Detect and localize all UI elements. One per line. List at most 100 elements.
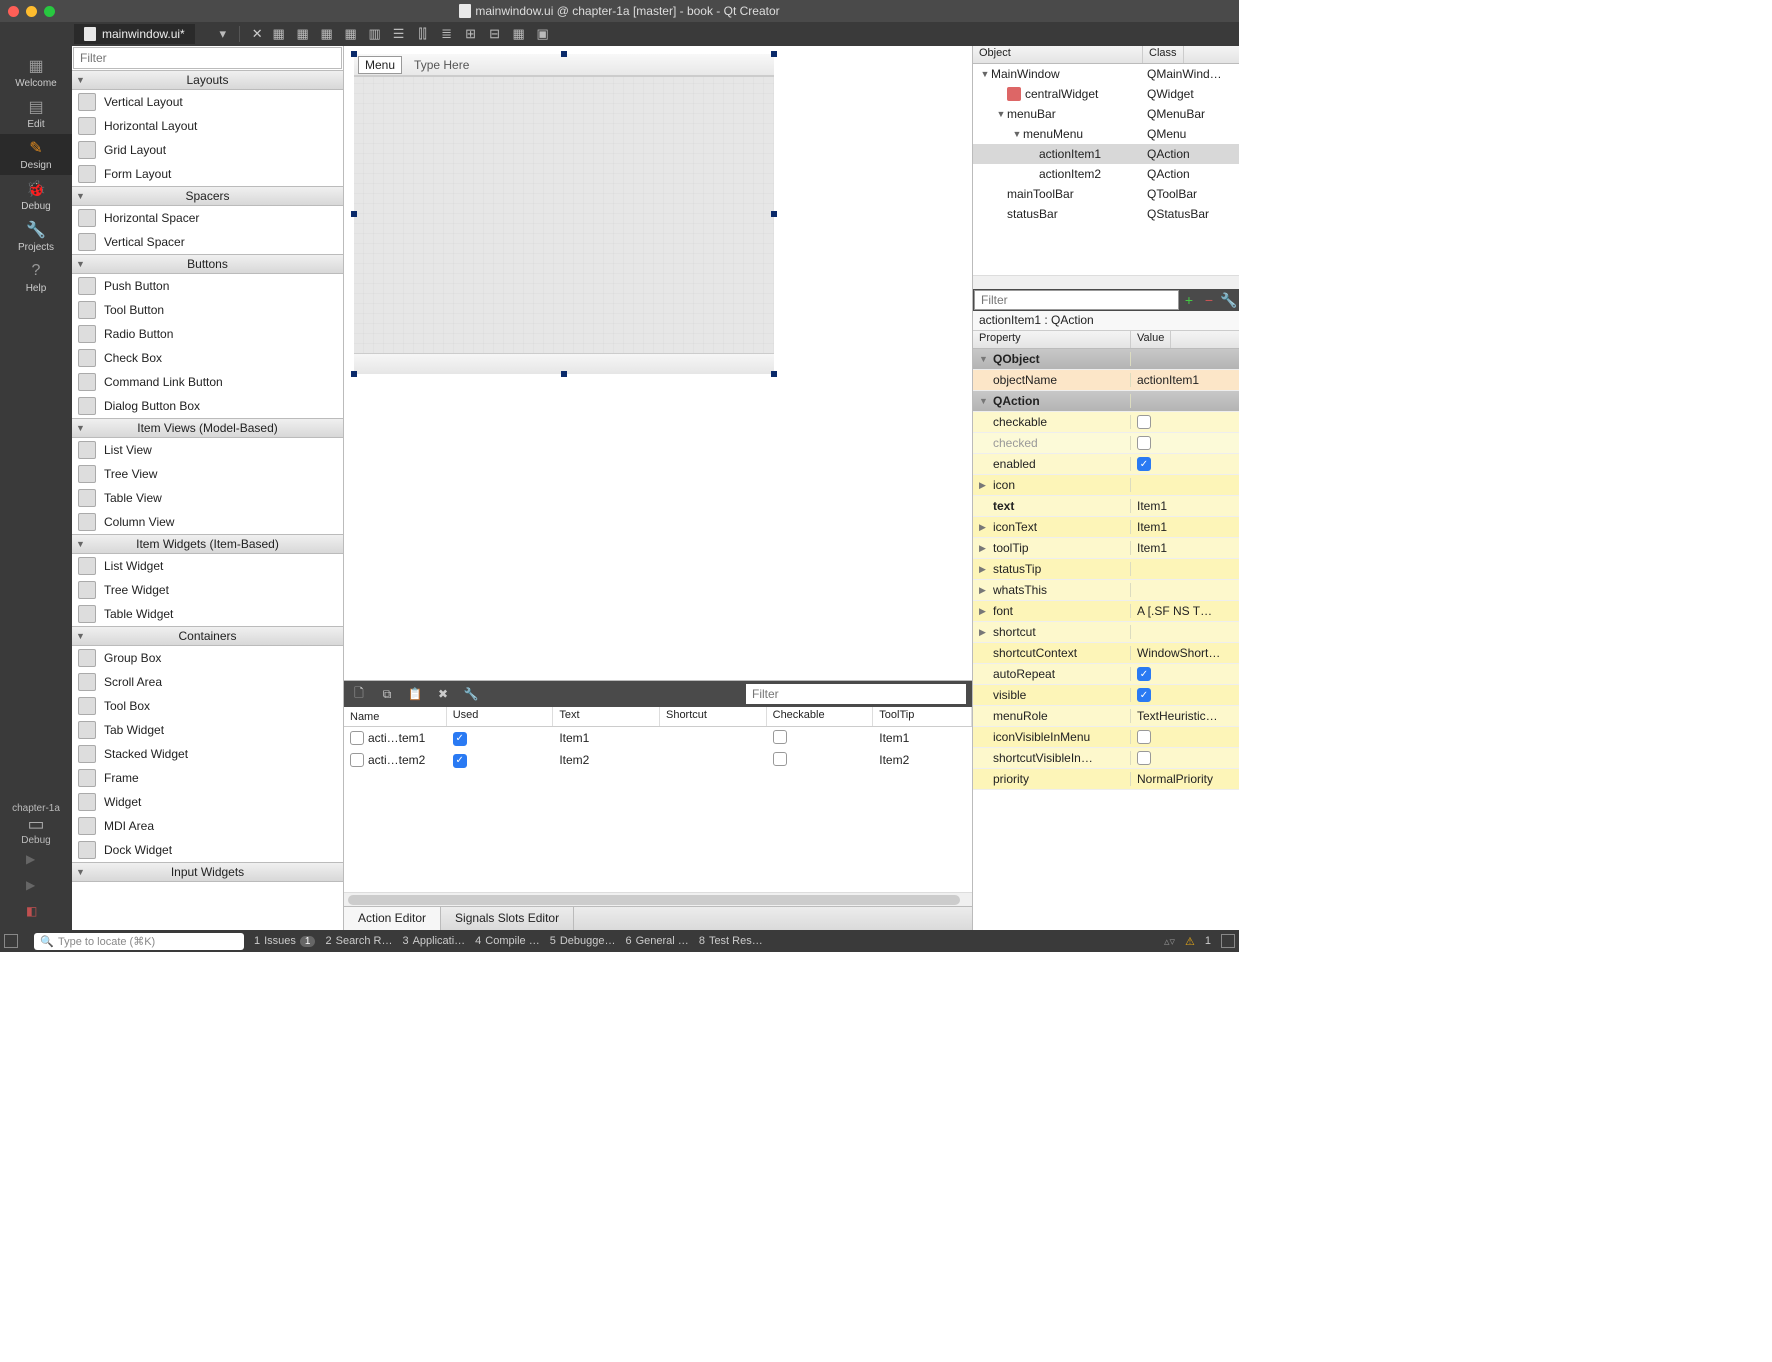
layout-v-icon[interactable]: ☰ (391, 26, 407, 42)
widgetbox-group-header[interactable]: ▼Item Widgets (Item-Based) (72, 534, 343, 554)
checkable-checkbox[interactable] (773, 730, 787, 744)
property-checkbox[interactable]: ✓ (1137, 667, 1151, 681)
widgetbox-item[interactable]: Grid Layout (72, 138, 343, 162)
widgetbox-group-header[interactable]: ▼Spacers (72, 186, 343, 206)
widgetbox-item[interactable]: Scroll Area (72, 670, 343, 694)
file-tab[interactable]: mainwindow.ui* (74, 24, 195, 44)
resize-handle[interactable] (561, 371, 567, 377)
property-row[interactable]: shortcutContextWindowShort… (973, 643, 1239, 664)
expand-icon[interactable]: ▶ (979, 606, 989, 617)
property-row[interactable]: ▶whatsThis (973, 580, 1239, 601)
widgetbox-item[interactable]: Column View (72, 510, 343, 534)
resize-handle[interactable] (771, 371, 777, 377)
property-row[interactable]: ▶fontA [.SF NS T… (973, 601, 1239, 622)
property-row[interactable]: checkable (973, 412, 1239, 433)
resize-handle[interactable] (351, 51, 357, 57)
widgetbox-item[interactable]: Tab Widget (72, 718, 343, 742)
widgetbox-group-header[interactable]: ▼Item Views (Model-Based) (72, 418, 343, 438)
property-checkbox[interactable] (1137, 751, 1151, 765)
mode-welcome[interactable]: ▦Welcome (0, 52, 72, 93)
warning-icon[interactable]: ⚠ (1185, 935, 1195, 948)
action-row[interactable]: acti…tem1✓Item1Item1 (344, 727, 972, 749)
class-column-header[interactable]: Class (1143, 46, 1184, 63)
widgetbox-item[interactable]: Form Layout (72, 162, 343, 186)
resize-handle[interactable] (561, 51, 567, 57)
widgetbox-item[interactable]: List Widget (72, 554, 343, 578)
property-row[interactable]: shortcutVisibleIn… (973, 748, 1239, 769)
resize-handle[interactable] (351, 211, 357, 217)
tab-action-editor[interactable]: Action Editor (344, 907, 441, 930)
property-row[interactable]: textItem1 (973, 496, 1239, 517)
expand-icon[interactable]: ▶ (979, 543, 989, 554)
mode-projects[interactable]: 🔧Projects (0, 216, 72, 257)
widgetbox-item[interactable]: Vertical Spacer (72, 230, 343, 254)
layout-splitv-icon[interactable]: ≣ (439, 26, 455, 42)
object-tree-row[interactable]: ▼menuBarQMenuBar (973, 104, 1239, 124)
widgetbox-group-header[interactable]: ▼Layouts (72, 70, 343, 90)
expand-icon[interactable]: ▶ (979, 627, 989, 638)
property-row[interactable]: menuRoleTextHeuristic… (973, 706, 1239, 727)
configure-icon[interactable]: 🔧 (1219, 290, 1239, 310)
object-tree-row[interactable]: mainToolBarQToolBar (973, 184, 1239, 204)
layout-tool-icon[interactable]: ▦ (271, 26, 287, 42)
statusbar-pane-button[interactable]: 5Debugge… (550, 935, 616, 947)
object-tree-row[interactable]: ▼menuMenuQMenu (973, 124, 1239, 144)
layout-tool-icon[interactable]: ▦ (319, 26, 335, 42)
widgetbox-item[interactable]: List View (72, 438, 343, 462)
action-filter-input[interactable] (746, 684, 966, 704)
tab-signals-slots[interactable]: Signals Slots Editor (441, 907, 574, 930)
widgetbox-group-header[interactable]: ▼Input Widgets (72, 862, 343, 882)
form-canvas[interactable]: Menu Type Here (344, 46, 972, 680)
property-row[interactable]: ▶statusTip (973, 559, 1239, 580)
resize-handle[interactable] (771, 211, 777, 217)
widgetbox-item[interactable]: Stacked Widget (72, 742, 343, 766)
close-window-button[interactable] (8, 6, 19, 17)
resize-handle[interactable] (771, 51, 777, 57)
used-checkbox[interactable]: ✓ (453, 732, 467, 746)
value-column-header[interactable]: Value (1131, 331, 1171, 348)
paste-action-icon[interactable]: 📋 (406, 685, 424, 703)
copy-action-icon[interactable]: ⧉ (378, 685, 396, 703)
property-row[interactable]: objectNameactionItem1 (973, 370, 1239, 391)
property-row[interactable]: priorityNormalPriority (973, 769, 1239, 790)
locator-input[interactable]: 🔍Type to locate (⌘K) (34, 933, 244, 950)
object-tree-row[interactable]: actionItem1QAction (973, 144, 1239, 164)
layout-grid2-icon[interactable]: ⊟ (487, 26, 503, 42)
property-row[interactable]: iconVisibleInMenu (973, 727, 1239, 748)
object-tree-row[interactable]: statusBarQStatusBar (973, 204, 1239, 224)
statusbar-pane-button[interactable]: 1Issues1 (254, 935, 315, 947)
property-row[interactable]: visible✓ (973, 685, 1239, 706)
statusbar-pane-button[interactable]: 3Applicati… (402, 935, 465, 947)
widgetbox-item[interactable]: Tree Widget (72, 578, 343, 602)
property-row[interactable]: autoRepeat✓ (973, 664, 1239, 685)
form-preview[interactable]: Menu Type Here (354, 54, 774, 374)
expand-icon[interactable]: ▶ (979, 522, 989, 533)
widgetbox-filter-input[interactable] (73, 47, 342, 69)
expand-icon[interactable]: ▶ (979, 564, 989, 575)
minimize-window-button[interactable] (26, 6, 37, 17)
object-column-header[interactable]: Object (973, 46, 1143, 63)
break-layout-icon[interactable]: ▦ (511, 26, 527, 42)
property-row[interactable]: ▶iconTextItem1 (973, 517, 1239, 538)
statusbar-pane-button[interactable]: 8Test Res… (699, 935, 763, 947)
preview-central-widget[interactable] (354, 76, 774, 354)
property-filter-input[interactable] (974, 290, 1179, 310)
widgetbox-item[interactable]: Horizontal Spacer (72, 206, 343, 230)
property-row[interactable]: ▶toolTipItem1 (973, 538, 1239, 559)
widgetbox-item[interactable]: Dock Widget (72, 838, 343, 862)
stepper-icon[interactable]: ▵▿ (1164, 935, 1175, 948)
property-checkbox[interactable]: ✓ (1137, 457, 1151, 471)
layout-h-icon[interactable]: ▥ (367, 26, 383, 42)
statusbar-pane-button[interactable]: 6General … (625, 935, 688, 947)
widgetbox-list[interactable]: ▼LayoutsVertical LayoutHorizontal Layout… (72, 70, 343, 930)
property-row[interactable]: enabled✓ (973, 454, 1239, 475)
kit-selector[interactable]: chapter-1a ▭ Debug (12, 803, 60, 846)
sidebar-toggle-icon[interactable] (4, 934, 18, 948)
property-checkbox[interactable] (1137, 730, 1151, 744)
widgetbox-item[interactable]: MDI Area (72, 814, 343, 838)
property-section-header[interactable]: ▼QAction (973, 391, 1239, 412)
layout-tool-icon[interactable]: ▦ (295, 26, 311, 42)
run-debug-icon[interactable]: ▶ (26, 878, 46, 898)
layout-grid-icon[interactable]: ⊞ (463, 26, 479, 42)
property-column-header[interactable]: Property (973, 331, 1131, 348)
